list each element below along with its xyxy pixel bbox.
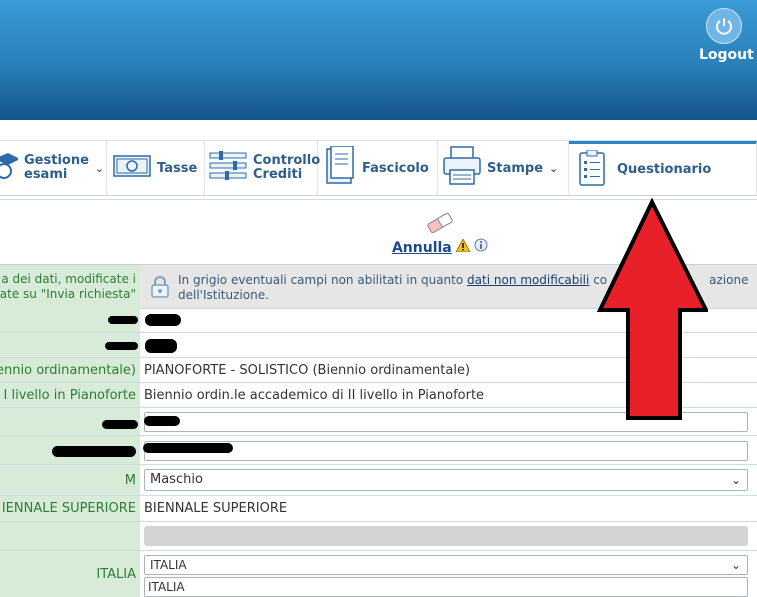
checklist-icon <box>579 149 605 190</box>
redaction <box>102 420 138 429</box>
app-header: Logout <box>0 0 757 120</box>
menu-label: Controllo <box>253 153 321 168</box>
redaction <box>145 339 177 353</box>
red-arrow-annotation <box>596 198 708 420</box>
menu-label: Stampe <box>487 160 544 176</box>
menu-questionario[interactable]: Questionario <box>569 141 757 195</box>
main-menu: Gestione esami ⌄ Tasse Controllo Crediti… <box>0 140 757 196</box>
warning-icon <box>455 237 474 256</box>
sesso-label: M <box>0 465 140 495</box>
sesso-select[interactable]: Maschio ⌄ <box>144 469 748 491</box>
info-icon[interactable] <box>474 238 488 256</box>
redaction <box>105 342 138 350</box>
form-row-nazione: ITALIA ITALIA ⌄ ITALIA <box>0 551 757 597</box>
annulla-link[interactable]: Annulla <box>392 240 452 256</box>
menu-label: Tasse <box>157 160 198 176</box>
printer-icon <box>443 146 481 190</box>
menu-fascicolo[interactable]: Fascicolo <box>318 141 438 195</box>
redaction <box>143 443 233 453</box>
annulla-action: Annulla <box>380 210 500 256</box>
eraser-icon[interactable] <box>380 210 500 238</box>
notice-label-line: a dei dati, modificate i <box>1 271 136 286</box>
menu-controllo-crediti[interactable]: Controllo Crediti <box>205 141 321 195</box>
notice-label: a dei dati, modificate i ate su "Invia r… <box>0 265 140 308</box>
nazione-select[interactable]: ITALIA ⌄ <box>144 555 748 575</box>
nazione-selected-value: ITALIA <box>150 558 187 572</box>
biennale-value: BIENNALE SUPERIORE <box>144 501 288 516</box>
text-input[interactable] <box>144 441 748 461</box>
menu-stampe[interactable]: Stampe ⌄ <box>438 141 569 195</box>
menu-label: Questionario <box>617 162 712 177</box>
form-row-biennale: IENNALE SUPERIORE BIENNALE SUPERIORE <box>0 496 757 522</box>
power-icon <box>706 8 742 44</box>
nazione-label: ITALIA <box>0 551 140 597</box>
menu-label: Fascicolo <box>362 160 429 176</box>
form-row-disabled <box>0 522 757 551</box>
form-row-sesso: M Maschio ⌄ <box>0 465 757 496</box>
sliders-icon <box>209 150 247 186</box>
redaction <box>145 314 181 326</box>
menu-label: esami <box>24 167 68 182</box>
menu-gestione-esami[interactable]: Gestione esami ⌄ <box>0 141 107 195</box>
redaction <box>108 316 138 324</box>
notice-text: azione <box>709 273 749 287</box>
form-row-redacted-input <box>0 436 757 465</box>
sesso-selected-value: Maschio <box>150 472 203 487</box>
chevron-down-icon: ⌄ <box>730 558 741 572</box>
menu-tasse[interactable]: Tasse <box>107 141 205 195</box>
menu-label: Crediti <box>253 167 303 182</box>
chevron-down-icon: ⌄ <box>730 473 741 487</box>
banknote-icon <box>113 153 151 183</box>
menu-label: Gestione <box>24 153 89 168</box>
nazione-input[interactable]: ITALIA <box>144 577 748 597</box>
chevron-down-icon: ⌄ <box>549 161 559 175</box>
notice-text: dell'Istituzione. <box>178 288 269 302</box>
document-folder-icon <box>326 145 356 190</box>
livello-label: I livello in Pianoforte <box>0 383 140 407</box>
logout-label: Logout <box>699 47 754 63</box>
notice-text: In grigio eventuali campi non abilitati … <box>178 273 464 287</box>
graduation-cap-icon <box>0 151 20 185</box>
biennale-label: IENNALE SUPERIORE <box>0 496 140 521</box>
disabled-field <box>144 526 748 546</box>
notice-label-line: ate su "Invia richiesta" <box>0 286 136 301</box>
lock-icon <box>149 275 171 303</box>
redaction <box>144 416 180 426</box>
corso-label: iennio ordinamentale) <box>0 358 140 382</box>
redaction <box>52 446 136 457</box>
chevron-down-icon: ⌄ <box>94 161 105 175</box>
dati-non-modificabili-link[interactable]: dati non modificabili <box>467 273 589 287</box>
logout-button[interactable]: Logout <box>699 8 754 63</box>
field-label <box>0 522 140 550</box>
